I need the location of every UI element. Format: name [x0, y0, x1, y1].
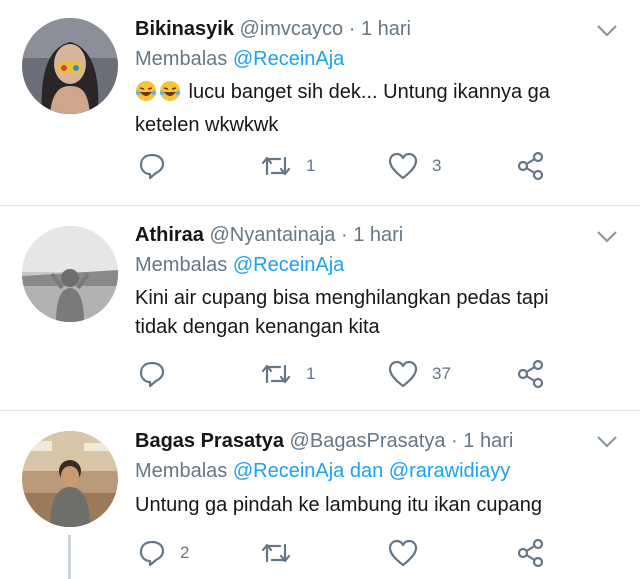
laughing-emoji-icon	[159, 80, 181, 111]
timestamp[interactable]: 1 hari	[361, 18, 411, 40]
like-count: 37	[432, 364, 451, 383]
reply-prefix: Membalas	[135, 48, 228, 70]
separator-dot: ·	[340, 224, 348, 246]
author-name[interactable]: Athiraa	[135, 224, 204, 246]
text-line: lucu banget sih dek... Untung ikannya ga	[183, 81, 550, 103]
reply-prefix: Membalas	[135, 254, 228, 276]
retweet-icon	[261, 543, 291, 563]
reply-icon	[139, 361, 165, 388]
retweet-icon	[261, 156, 291, 176]
reply-button[interactable]	[138, 358, 180, 390]
text-line: Kini air cupang bisa menghilangkan pedas…	[135, 287, 549, 309]
author-name[interactable]: Bikinasyik	[135, 18, 234, 40]
retweet-icon	[261, 364, 291, 384]
reply-count: 2	[180, 543, 190, 562]
share-button[interactable]	[516, 358, 546, 390]
text-line: ketelen wkwkwk	[135, 114, 279, 136]
reply-button[interactable]: 2	[138, 537, 189, 569]
share-button[interactable]	[516, 537, 546, 569]
reply-icon	[139, 540, 165, 567]
retweet-button[interactable]: 1	[260, 358, 315, 390]
chevron-down-icon[interactable]	[596, 230, 618, 244]
retweet-button[interactable]	[260, 537, 306, 569]
laughing-emoji-icon	[135, 80, 157, 111]
reply-context: Membalas @ReceinAja dan @rarawidiayy	[135, 459, 510, 483]
reply-prefix: Membalas	[135, 460, 228, 482]
chevron-down-icon[interactable]	[596, 24, 618, 38]
mention-link[interactable]: @ReceinAja	[233, 48, 344, 70]
timestamp[interactable]: 1 hari	[353, 224, 403, 246]
mention-link[interactable]: @ReceinAja	[233, 254, 344, 276]
avatar[interactable]	[22, 18, 118, 114]
author-name[interactable]: Bagas Prasatya	[135, 430, 284, 452]
share-button[interactable]	[516, 150, 546, 182]
tweet-text: 🤣🤣 lucu banget sih dek... Untung ikannya…	[135, 78, 605, 140]
action-bar: 1 37	[138, 358, 608, 390]
text-line: tidak dengan kenangan kita	[135, 316, 380, 338]
heart-icon	[388, 360, 418, 388]
share-icon	[517, 538, 544, 568]
share-icon	[517, 359, 544, 389]
author-handle[interactable]: @imvcayco	[240, 18, 344, 40]
chevron-down-icon[interactable]	[596, 435, 618, 449]
mention-link[interactable]: @ReceinAja	[233, 460, 344, 482]
action-bar: 1 3	[138, 150, 608, 182]
like-button[interactable]: 37	[388, 358, 451, 390]
avatar[interactable]	[22, 431, 118, 527]
reply-joiner: dan	[349, 460, 384, 482]
reply-context: Membalas @ReceinAja	[135, 47, 344, 71]
heart-icon	[388, 152, 418, 180]
action-bar: 2	[138, 537, 608, 569]
like-button[interactable]: 3	[388, 150, 441, 182]
retweet-count: 1	[306, 156, 316, 175]
like-count: 3	[432, 156, 442, 175]
separator-dot: ·	[348, 18, 356, 40]
timestamp[interactable]: 1 hari	[463, 430, 513, 452]
author-handle[interactable]: @Nyantainaja	[209, 224, 335, 246]
tweet-text: Kini air cupang bisa menghilangkan pedas…	[135, 284, 605, 342]
separator-dot: ·	[451, 430, 458, 452]
avatar[interactable]	[22, 226, 118, 322]
author-handle[interactable]: @BagasPrasatya	[290, 430, 446, 452]
reply-button[interactable]	[138, 150, 180, 182]
reply-icon	[139, 153, 165, 180]
mention-link[interactable]: @rarawidiayy	[389, 460, 510, 482]
reply-context: Membalas @ReceinAja	[135, 253, 344, 277]
share-icon	[517, 151, 544, 181]
retweet-count: 1	[306, 364, 316, 383]
thread-line	[68, 535, 71, 579]
like-button[interactable]	[388, 537, 432, 569]
tweet-item[interactable]: Bikinasyik @imvcayco · 1 hari Membalas @…	[0, 0, 640, 205]
retweet-button[interactable]: 1	[260, 150, 315, 182]
tweet-item[interactable]: Athiraa @Nyantainaja · 1 hari Membalas @…	[0, 206, 640, 410]
text-line: Untung ga pindah ke lambung itu ikan cup…	[135, 494, 542, 516]
tweet-item[interactable]: Bagas Prasatya @BagasPrasatya · 1 hari M…	[0, 411, 640, 579]
heart-icon	[388, 539, 418, 567]
tweet-text: Untung ga pindah ke lambung itu ikan cup…	[135, 491, 605, 520]
